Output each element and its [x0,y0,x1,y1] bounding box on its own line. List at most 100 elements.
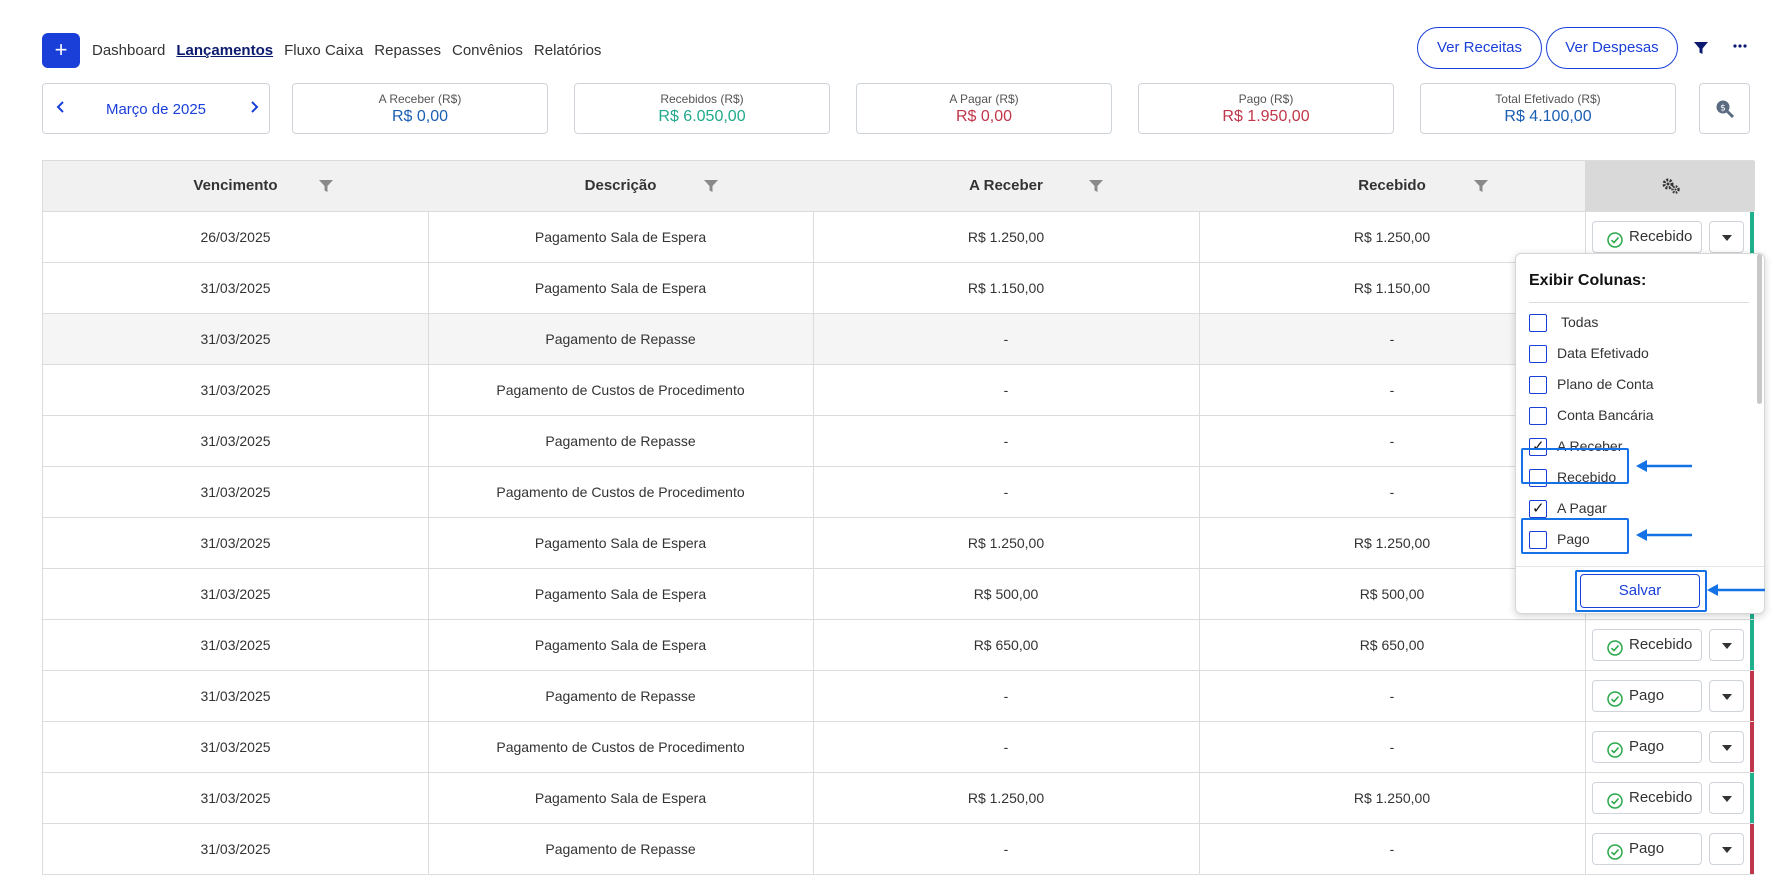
column-divider [1585,620,1586,670]
table-row[interactable]: 31/03/2025 Pagamento de Repasse - - Pago [42,824,1754,875]
checkbox[interactable] [1529,407,1547,425]
row-actions-dropdown[interactable] [1709,221,1744,253]
table-row[interactable]: 31/03/2025 Pagamento de Repasse - - [42,314,1754,365]
table-row[interactable]: 31/03/2025 Pagamento Sala de Espera R$ 500… [42,569,1754,620]
search-dollar-icon: $ [1715,99,1735,124]
filter-icon[interactable] [1474,180,1488,198]
status-color-bar [1750,773,1754,823]
col-recebido[interactable]: Recebido [1199,161,1585,211]
nav-relatorios[interactable]: Relatórios [534,42,602,59]
cell-vencimento: 31/03/2025 [200,382,271,398]
checkbox[interactable] [1529,345,1547,363]
column-option[interactable]: Conta Bancária [1529,404,1729,428]
cell-recebido: - [1389,841,1395,857]
cell-a-receber: R$ 1.150,00 [967,280,1045,296]
check-circle-icon [1607,790,1623,820]
cell-descricao: Pagamento de Repasse [545,688,696,704]
table-row[interactable]: 31/03/2025 Pagamento de Repasse - - [42,416,1754,467]
col-vencimento[interactable]: Vencimento [43,161,428,211]
column-divider [813,416,814,466]
col-descricao[interactable]: Descrição [428,161,813,211]
status-button[interactable]: Recebido [1592,629,1702,661]
column-divider [1199,518,1200,568]
column-divider [428,824,429,874]
checkbox-label: Conta Bancária [1557,407,1654,423]
column-divider [813,314,814,364]
table-row[interactable]: 31/03/2025 Pagamento Sala de Espera R$ 1.1… [42,263,1754,314]
row-actions-dropdown[interactable] [1709,629,1744,661]
cell-recebido: R$ 1.250,00 [1353,790,1431,806]
filter-icon[interactable] [1089,180,1103,198]
status-button[interactable]: Pago [1592,680,1702,712]
cell-a-receber: R$ 1.250,00 [967,229,1045,245]
annotation-arrow [1707,584,1765,596]
table-row[interactable]: 26/03/2025 Pagamento Sala de Espera R$ 1.2… [42,212,1754,263]
col-a-receber[interactable]: A Receber [813,161,1199,211]
row-actions-dropdown[interactable] [1709,833,1744,865]
column-settings-button[interactable] [1585,161,1755,211]
table-row[interactable]: 31/03/2025 Pagamento Sala de Espera R$ 1.2… [42,518,1754,569]
more-options-icon[interactable] [1732,38,1748,59]
table-row[interactable]: 31/03/2025 Pagamento de Repasse - - Pago [42,671,1754,722]
status-color-bar [1750,722,1754,772]
table-row[interactable]: 31/03/2025 Pagamento de Custos de Procedi… [42,365,1754,416]
cell-vencimento: 31/03/2025 [200,739,271,755]
column-divider [813,824,814,874]
cell-vencimento: 31/03/2025 [200,586,271,602]
column-option[interactable]: Plano de Conta [1529,373,1729,397]
column-option[interactable]: Todas [1529,311,1729,335]
filter-icon[interactable] [704,180,718,198]
cell-a-receber: R$ 1.250,00 [967,790,1045,806]
summary-a-pagar: A Pagar (R$) R$ 0,00 [856,83,1112,134]
filter-icon[interactable] [319,180,333,198]
cell-vencimento: 31/03/2025 [200,331,271,347]
search-button[interactable]: $ [1699,83,1750,134]
column-divider [1585,722,1586,772]
table-row[interactable]: 31/03/2025 Pagamento Sala de Espera R$ 650… [42,620,1754,671]
status-button[interactable]: Recebido [1592,221,1702,253]
table-row[interactable]: 31/03/2025 Pagamento de Custos de Procedi… [42,722,1754,773]
column-divider [813,620,814,670]
checkbox-label: Plano de Conta [1557,376,1654,392]
checkbox[interactable] [1529,314,1547,332]
row-actions-dropdown[interactable] [1709,731,1744,763]
annotation-arrow [1636,529,1692,541]
column-divider [428,518,429,568]
popup-scrollbar[interactable] [1757,254,1762,404]
nav-repasses[interactable]: Repasses [374,42,441,59]
column-divider [1199,416,1200,466]
chevron-right-icon[interactable] [248,99,260,120]
ver-receitas-button[interactable]: Ver Receitas [1417,27,1542,69]
summary-value: R$ 1.950,00 [1222,108,1310,125]
cell-a-receber: R$ 650,00 [973,637,1039,653]
status-button[interactable]: Recebido [1592,782,1702,814]
column-divider [1199,671,1200,721]
nav-fluxo-caixa[interactable]: Fluxo Caixa [284,42,363,59]
row-actions-dropdown[interactable] [1709,680,1744,712]
column-divider [428,263,429,313]
nav-convenios[interactable]: Convênios [452,42,523,59]
nav-lancamentos[interactable]: Lançamentos [176,42,273,59]
nav-dashboard[interactable]: Dashboard [92,42,165,59]
status-color-bar [1750,671,1754,721]
add-button[interactable]: + [42,33,80,68]
checkbox[interactable] [1529,376,1547,394]
column-option[interactable]: Data Efetivado [1529,342,1729,366]
row-actions-dropdown[interactable] [1709,782,1744,814]
ver-despesas-button[interactable]: Ver Despesas [1546,27,1678,69]
status-label: Pago [1629,738,1665,755]
cell-descricao: Pagamento de Repasse [545,433,696,449]
table-row[interactable]: 31/03/2025 Pagamento Sala de Espera R$ 1.2… [42,773,1754,824]
cell-descricao: Pagamento de Custos de Procedimento [496,382,745,398]
filter-icon[interactable] [1693,40,1709,61]
cell-descricao: Pagamento de Repasse [545,331,696,347]
checkbox[interactable] [1529,499,1547,518]
column-divider [428,416,429,466]
divider [1516,566,1764,567]
status-button[interactable]: Pago [1592,833,1702,865]
status-button[interactable]: Pago [1592,731,1702,763]
cell-descricao: Pagamento Sala de Espera [534,790,707,806]
table-row[interactable]: 31/03/2025 Pagamento de Custos de Procedi… [42,467,1754,518]
summary-title: A Receber (R$) [378,92,462,106]
column-divider [428,773,429,823]
